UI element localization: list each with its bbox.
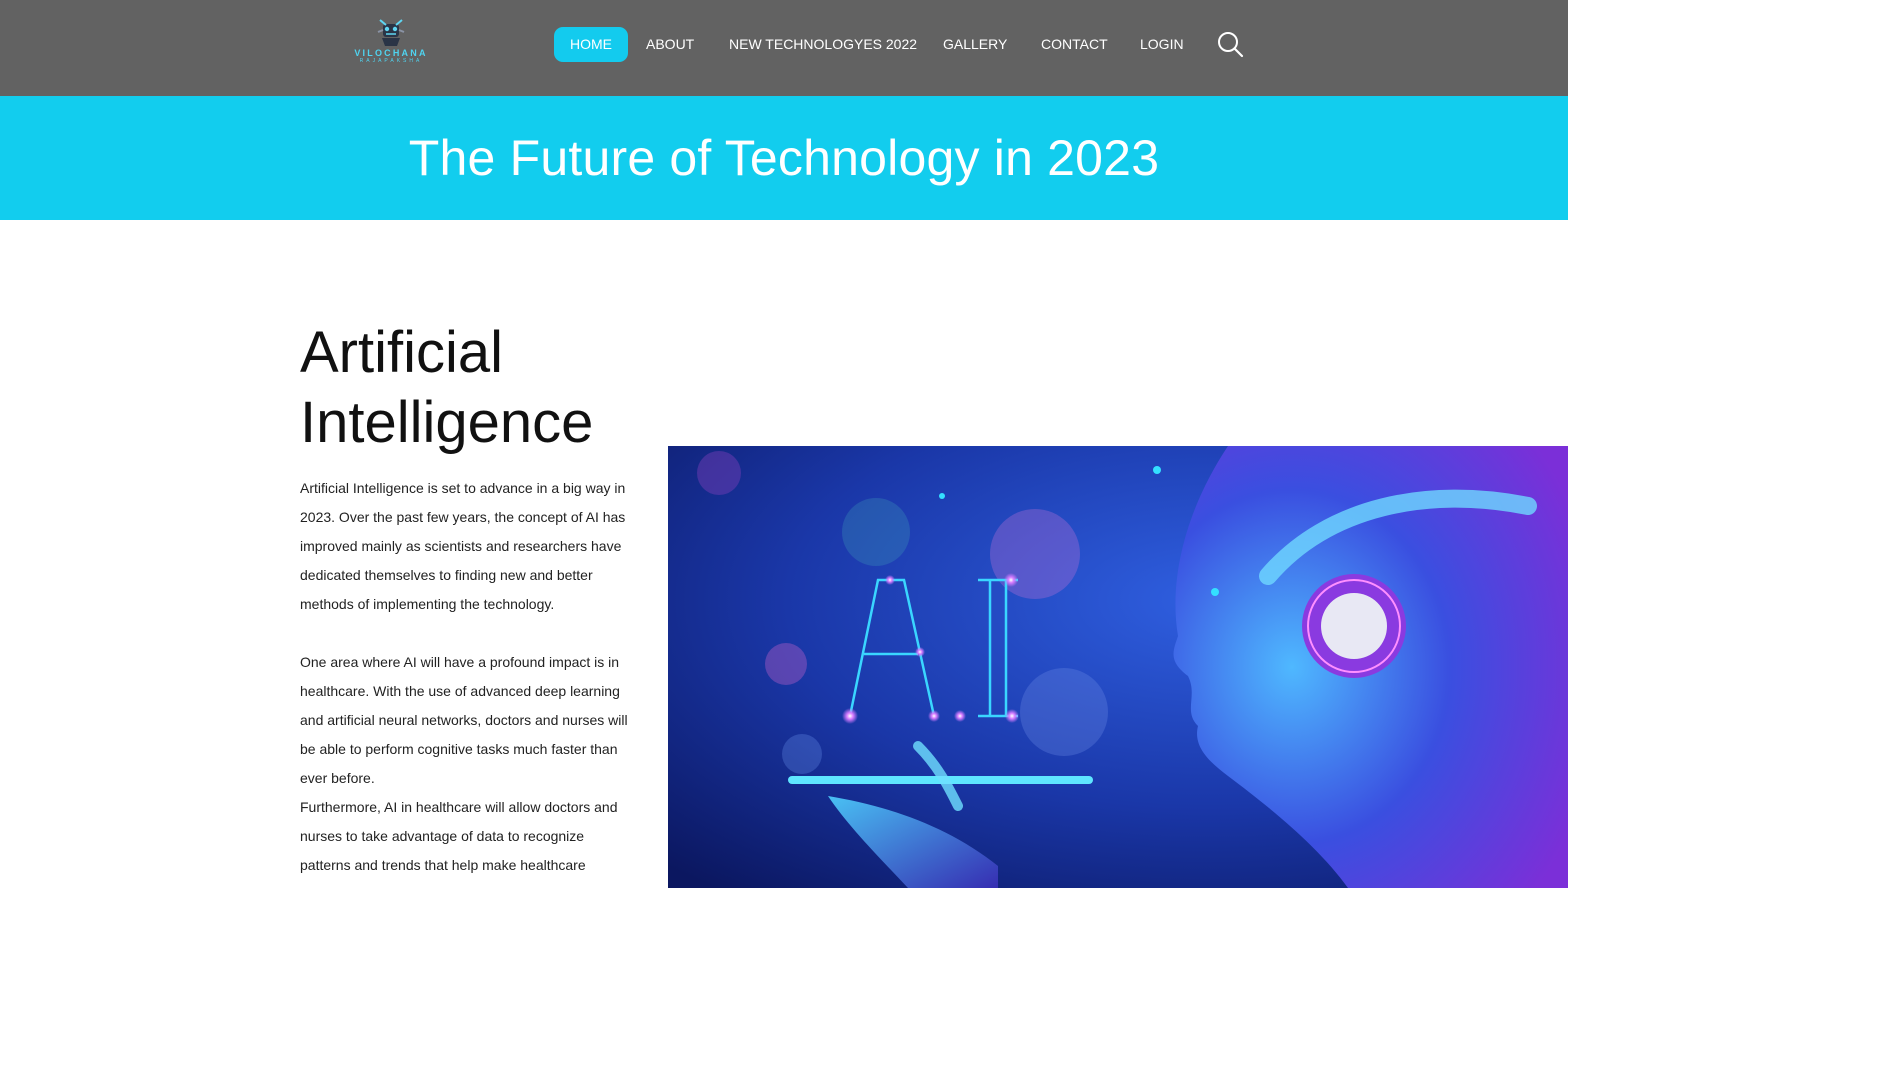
robot-mascot-icon <box>377 19 405 46</box>
ai-illustration <box>668 446 1568 888</box>
paragraph-healthcare: One area where AI will have a profound i… <box>300 654 628 786</box>
brand-name: VILOCHANA <box>354 48 428 58</box>
top-navbar: VILOCHANA RAJAPAKSHA HOME ABOUT NEW TECH… <box>0 0 1568 96</box>
site-logo[interactable]: VILOCHANA RAJAPAKSHA <box>352 14 430 70</box>
paragraph-intro: Artificial Intelligence is set to advanc… <box>300 480 626 612</box>
search-icon[interactable] <box>1216 30 1244 58</box>
nav-about[interactable]: ABOUT <box>646 27 694 62</box>
brand-subtitle: RAJAPAKSHA <box>359 58 423 64</box>
nav-home[interactable]: HOME <box>554 27 628 62</box>
ai-illustration-graphic <box>668 446 1568 888</box>
nav-gallery[interactable]: GALLERY <box>943 27 1007 62</box>
nav-login[interactable]: LOGIN <box>1140 27 1184 62</box>
paragraph-furthermore: Furthermore, AI in healthcare will allow… <box>300 799 618 873</box>
hero-banner: The Future of Technology in 2023 <box>0 96 1568 220</box>
page-title: The Future of Technology in 2023 <box>408 130 1160 186</box>
nav-new-technologies[interactable]: NEW TECHNOLOGYES 2022 <box>729 27 917 62</box>
section-heading: Artificial Intelligence <box>300 320 594 455</box>
nav-contact[interactable]: CONTACT <box>1041 27 1108 62</box>
